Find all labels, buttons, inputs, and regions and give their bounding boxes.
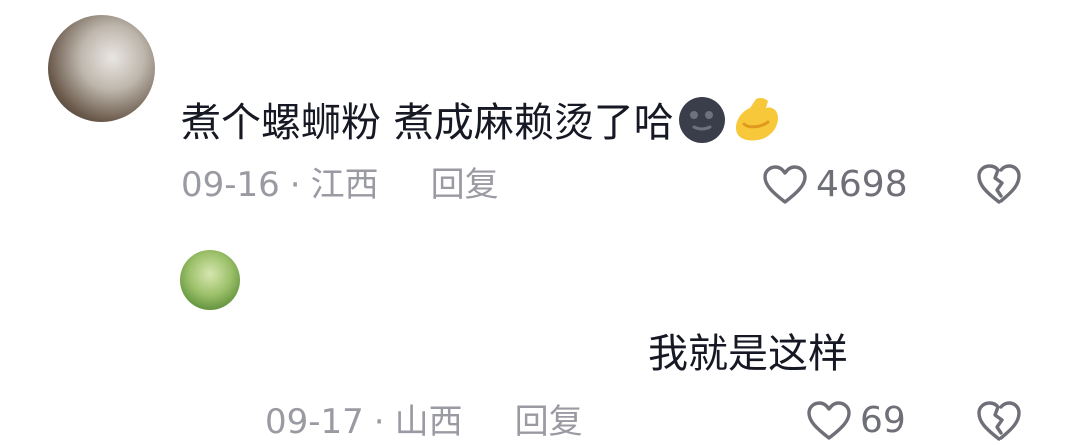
heart-outline-icon [807, 401, 851, 440]
heart-outline-icon [763, 165, 807, 204]
comment-text-content: 煮个螺蛳粉 煮成麻赖烫了哈 [181, 100, 674, 146]
comment-date: 09-16 [181, 165, 280, 205]
new-moon-face-icon [676, 94, 728, 157]
avatar[interactable] [180, 250, 240, 310]
broken-heart-icon [977, 164, 1021, 204]
like-count: 4698 [816, 164, 908, 205]
comment-meta: 09-17 · 山西 回复 [265, 402, 583, 442]
comment-thread: 煮个螺蛳粉 煮成麻赖烫了哈 09-16 · 江西 回复 4698 我就是这样 0… [0, 0, 1080, 445]
comment-text: 煮个螺蛳粉 煮成麻赖烫了哈 [181, 94, 786, 157]
separator-dot: · [373, 402, 385, 442]
separator-dot: · [289, 165, 301, 205]
reply-button[interactable]: 回复 [515, 402, 583, 442]
comment-text-content: 我就是这样 [648, 331, 848, 377]
comment-location: 江西 [310, 165, 379, 205]
reply-button[interactable]: 回复 [431, 165, 499, 205]
flexed-biceps-icon [730, 94, 786, 157]
like-count: 69 [860, 400, 906, 441]
broken-heart-icon [977, 401, 1021, 441]
dislike-button[interactable] [975, 399, 1023, 445]
like-button[interactable]: 4698 [762, 164, 908, 206]
dislike-button[interactable] [975, 162, 1023, 210]
like-button[interactable]: 69 [806, 400, 906, 442]
comment-text: 我就是这样 [648, 330, 848, 378]
comment-meta: 09-16 · 江西 回复 [181, 165, 499, 205]
comment-date: 09-17 [265, 402, 364, 442]
comment-location: 山西 [394, 402, 463, 442]
avatar[interactable] [48, 15, 155, 122]
